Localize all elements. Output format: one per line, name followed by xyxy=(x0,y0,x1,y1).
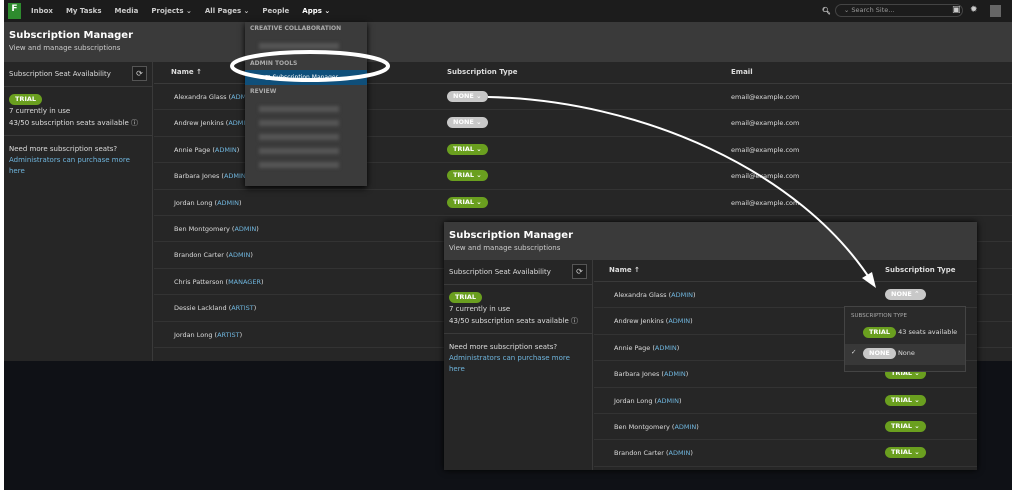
arrow-line xyxy=(487,96,873,283)
arrow-head xyxy=(862,272,876,288)
annotation-overlay xyxy=(230,50,876,288)
highlight-circle xyxy=(230,50,390,82)
